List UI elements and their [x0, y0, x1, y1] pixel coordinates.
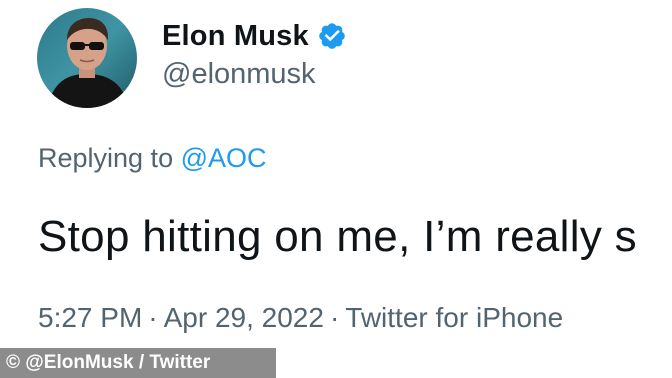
- avatar-photo: [37, 8, 137, 108]
- avatar[interactable]: [37, 8, 137, 108]
- replying-to-mention-link[interactable]: @AOC: [181, 143, 267, 173]
- meta-separator: ·: [329, 302, 340, 333]
- image-credit: © @ElonMusk / Twitter: [0, 348, 276, 378]
- tweet-text: Stop hitting on me, I’m really s: [38, 212, 637, 261]
- tweet-source-link[interactable]: Twitter for iPhone: [345, 302, 563, 333]
- replying-to: Replying to @AOC: [38, 143, 267, 174]
- meta-separator: ·: [148, 302, 158, 333]
- replying-to-prefix: Replying to: [38, 143, 181, 173]
- display-name[interactable]: Elon Musk: [162, 20, 309, 53]
- tweet-time-link[interactable]: 5:27 PM: [38, 302, 142, 333]
- tweet-meta: 5:27 PM · Apr 29, 2022 · Twitter for iPhone: [38, 302, 563, 334]
- author-handle[interactable]: @elonmusk: [162, 58, 316, 91]
- verified-badge-icon: [319, 23, 345, 49]
- tweet-screenshot: Elon Musk @elonmusk Replying to @AOC Sto…: [0, 0, 672, 378]
- tweet-date-link[interactable]: Apr 29, 2022: [164, 302, 324, 333]
- author-name-row[interactable]: Elon Musk: [162, 14, 347, 58]
